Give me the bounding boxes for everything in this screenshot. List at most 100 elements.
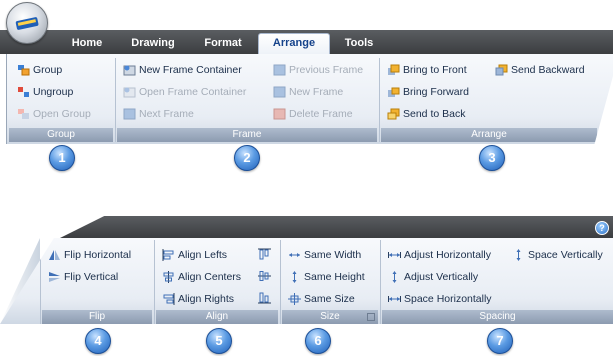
space-vertically-button[interactable]: Space Vertically — [512, 248, 603, 262]
align-middles-icon — [258, 270, 271, 282]
flip-horizontal-icon — [48, 249, 61, 261]
previous-frame-button[interactable]: Previous Frame — [273, 63, 363, 77]
send-to-back-label: Send to Back — [403, 108, 466, 120]
space-horizontally-icon — [388, 293, 401, 305]
tab-drawing[interactable]: Drawing — [124, 34, 182, 52]
adjust-horizontally-icon — [388, 249, 401, 261]
same-width-label: Same Width — [304, 249, 362, 261]
delete-frame-label: Delete Frame — [289, 108, 353, 120]
bring-forward-icon — [387, 86, 400, 98]
group-label-group: Group — [9, 128, 113, 142]
callout-5: 5 — [206, 328, 232, 354]
group-button-label: Group — [33, 64, 63, 76]
align-lefts-button[interactable]: Align Lefts — [162, 248, 227, 262]
ribbon-panel-arrange: Group Ungroup Open Group Group New Frame… — [6, 54, 613, 144]
group-separator — [280, 240, 281, 324]
previous-frame-icon — [273, 64, 286, 76]
group-separator — [40, 240, 41, 324]
ungroup-button[interactable]: Ungroup — [17, 85, 73, 99]
align-rights-icon — [162, 293, 175, 305]
align-tops-icon — [258, 248, 271, 260]
bring-forward-button[interactable]: Bring Forward — [387, 85, 469, 99]
new-frame-label: New Frame — [289, 86, 344, 98]
space-horizontally-label: Space Horizontally — [404, 293, 492, 305]
new-frame-icon — [273, 86, 286, 98]
flip-horizontal-label: Flip Horizontal — [64, 249, 132, 261]
adjust-vertically-button[interactable]: Adjust Vertically — [388, 270, 478, 284]
group-label-align: Align — [156, 310, 278, 324]
bring-to-front-label: Bring to Front — [403, 64, 467, 76]
callout-4: 4 — [85, 328, 111, 354]
open-group-button[interactable]: Open Group — [17, 107, 91, 121]
group-separator — [115, 58, 116, 142]
align-lefts-label: Align Lefts — [178, 249, 228, 261]
callout-6: 6 — [305, 328, 331, 354]
ungroup-button-label: Ungroup — [33, 86, 74, 98]
delete-frame-button[interactable]: Delete Frame — [273, 107, 353, 121]
align-centers-button[interactable]: Align Centers — [162, 270, 241, 284]
ungroup-icon — [17, 86, 30, 98]
send-to-back-icon — [387, 108, 400, 120]
align-rights-button[interactable]: Align Rights — [162, 292, 234, 306]
align-centers-label: Align Centers — [178, 271, 242, 283]
next-frame-button[interactable]: Next Frame — [123, 107, 194, 121]
same-size-icon — [288, 293, 301, 305]
same-size-label: Same Size — [304, 293, 355, 305]
same-height-label: Same Height — [304, 271, 365, 283]
same-width-button[interactable]: Same Width — [288, 248, 361, 262]
align-tops-button[interactable] — [258, 248, 271, 260]
same-height-button[interactable]: Same Height — [288, 270, 365, 284]
callout-7: 7 — [487, 328, 513, 354]
adjust-horizontally-button[interactable]: Adjust Horizontally — [388, 248, 491, 262]
new-frame-container-icon — [123, 64, 136, 76]
space-vertically-icon — [512, 249, 525, 261]
open-frame-container-button[interactable]: Open Frame Container — [123, 85, 246, 99]
align-centers-icon — [162, 271, 175, 283]
tab-tools[interactable]: Tools — [336, 34, 382, 52]
group-separator — [380, 240, 381, 324]
callout-3: 3 — [479, 145, 505, 171]
same-height-icon — [288, 271, 301, 283]
flip-horizontal-button[interactable]: Flip Horizontal — [48, 248, 131, 262]
flip-vertical-icon — [48, 271, 61, 283]
new-frame-container-button[interactable]: New Frame Container — [123, 63, 242, 77]
align-lefts-icon — [162, 249, 175, 261]
group-label-spacing: Spacing — [382, 310, 613, 324]
same-size-button[interactable]: Same Size — [288, 292, 355, 306]
align-bottoms-button[interactable] — [258, 292, 271, 304]
group-button[interactable]: Group — [17, 63, 62, 77]
send-backward-button[interactable]: Send Backward — [495, 63, 585, 77]
open-frame-container-label: Open Frame Container — [139, 86, 247, 98]
new-frame-button[interactable]: New Frame — [273, 85, 343, 99]
align-middles-button[interactable] — [258, 270, 271, 282]
tab-format[interactable]: Format — [196, 34, 250, 52]
callout-1: 1 — [49, 145, 75, 171]
app-logo-icon — [15, 17, 39, 30]
tab-arrange[interactable]: Arrange — [258, 33, 330, 54]
callout-2: 2 — [234, 145, 260, 171]
send-backward-label: Send Backward — [511, 64, 585, 76]
align-rights-label: Align Rights — [178, 293, 235, 305]
next-frame-label: Next Frame — [139, 108, 194, 120]
group-label-size: Size — [282, 310, 378, 324]
bring-forward-label: Bring Forward — [403, 86, 469, 98]
adjust-horizontally-label: Adjust Horizontally — [404, 249, 491, 261]
space-vertically-label: Space Vertically — [528, 249, 603, 261]
ribbon-tab-bar-bottom — [60, 216, 613, 238]
help-icon[interactable]: ? — [595, 221, 609, 235]
space-horizontally-button[interactable]: Space Horizontally — [388, 292, 492, 306]
same-width-icon — [288, 249, 301, 261]
adjust-vertically-icon — [388, 271, 401, 283]
group-separator — [154, 240, 155, 324]
group-label-flip: Flip — [42, 310, 152, 324]
align-bottoms-icon — [258, 292, 271, 304]
size-dialog-launcher-icon[interactable] — [367, 313, 375, 321]
group-separator — [379, 58, 380, 142]
application-menu-button[interactable] — [6, 2, 48, 44]
send-to-back-button[interactable]: Send to Back — [387, 107, 465, 121]
delete-frame-icon — [273, 108, 286, 120]
bring-to-front-button[interactable]: Bring to Front — [387, 63, 467, 77]
tab-home[interactable]: Home — [62, 34, 112, 52]
group-label-arrange: Arrange — [381, 128, 597, 142]
flip-vertical-button[interactable]: Flip Vertical — [48, 270, 118, 284]
